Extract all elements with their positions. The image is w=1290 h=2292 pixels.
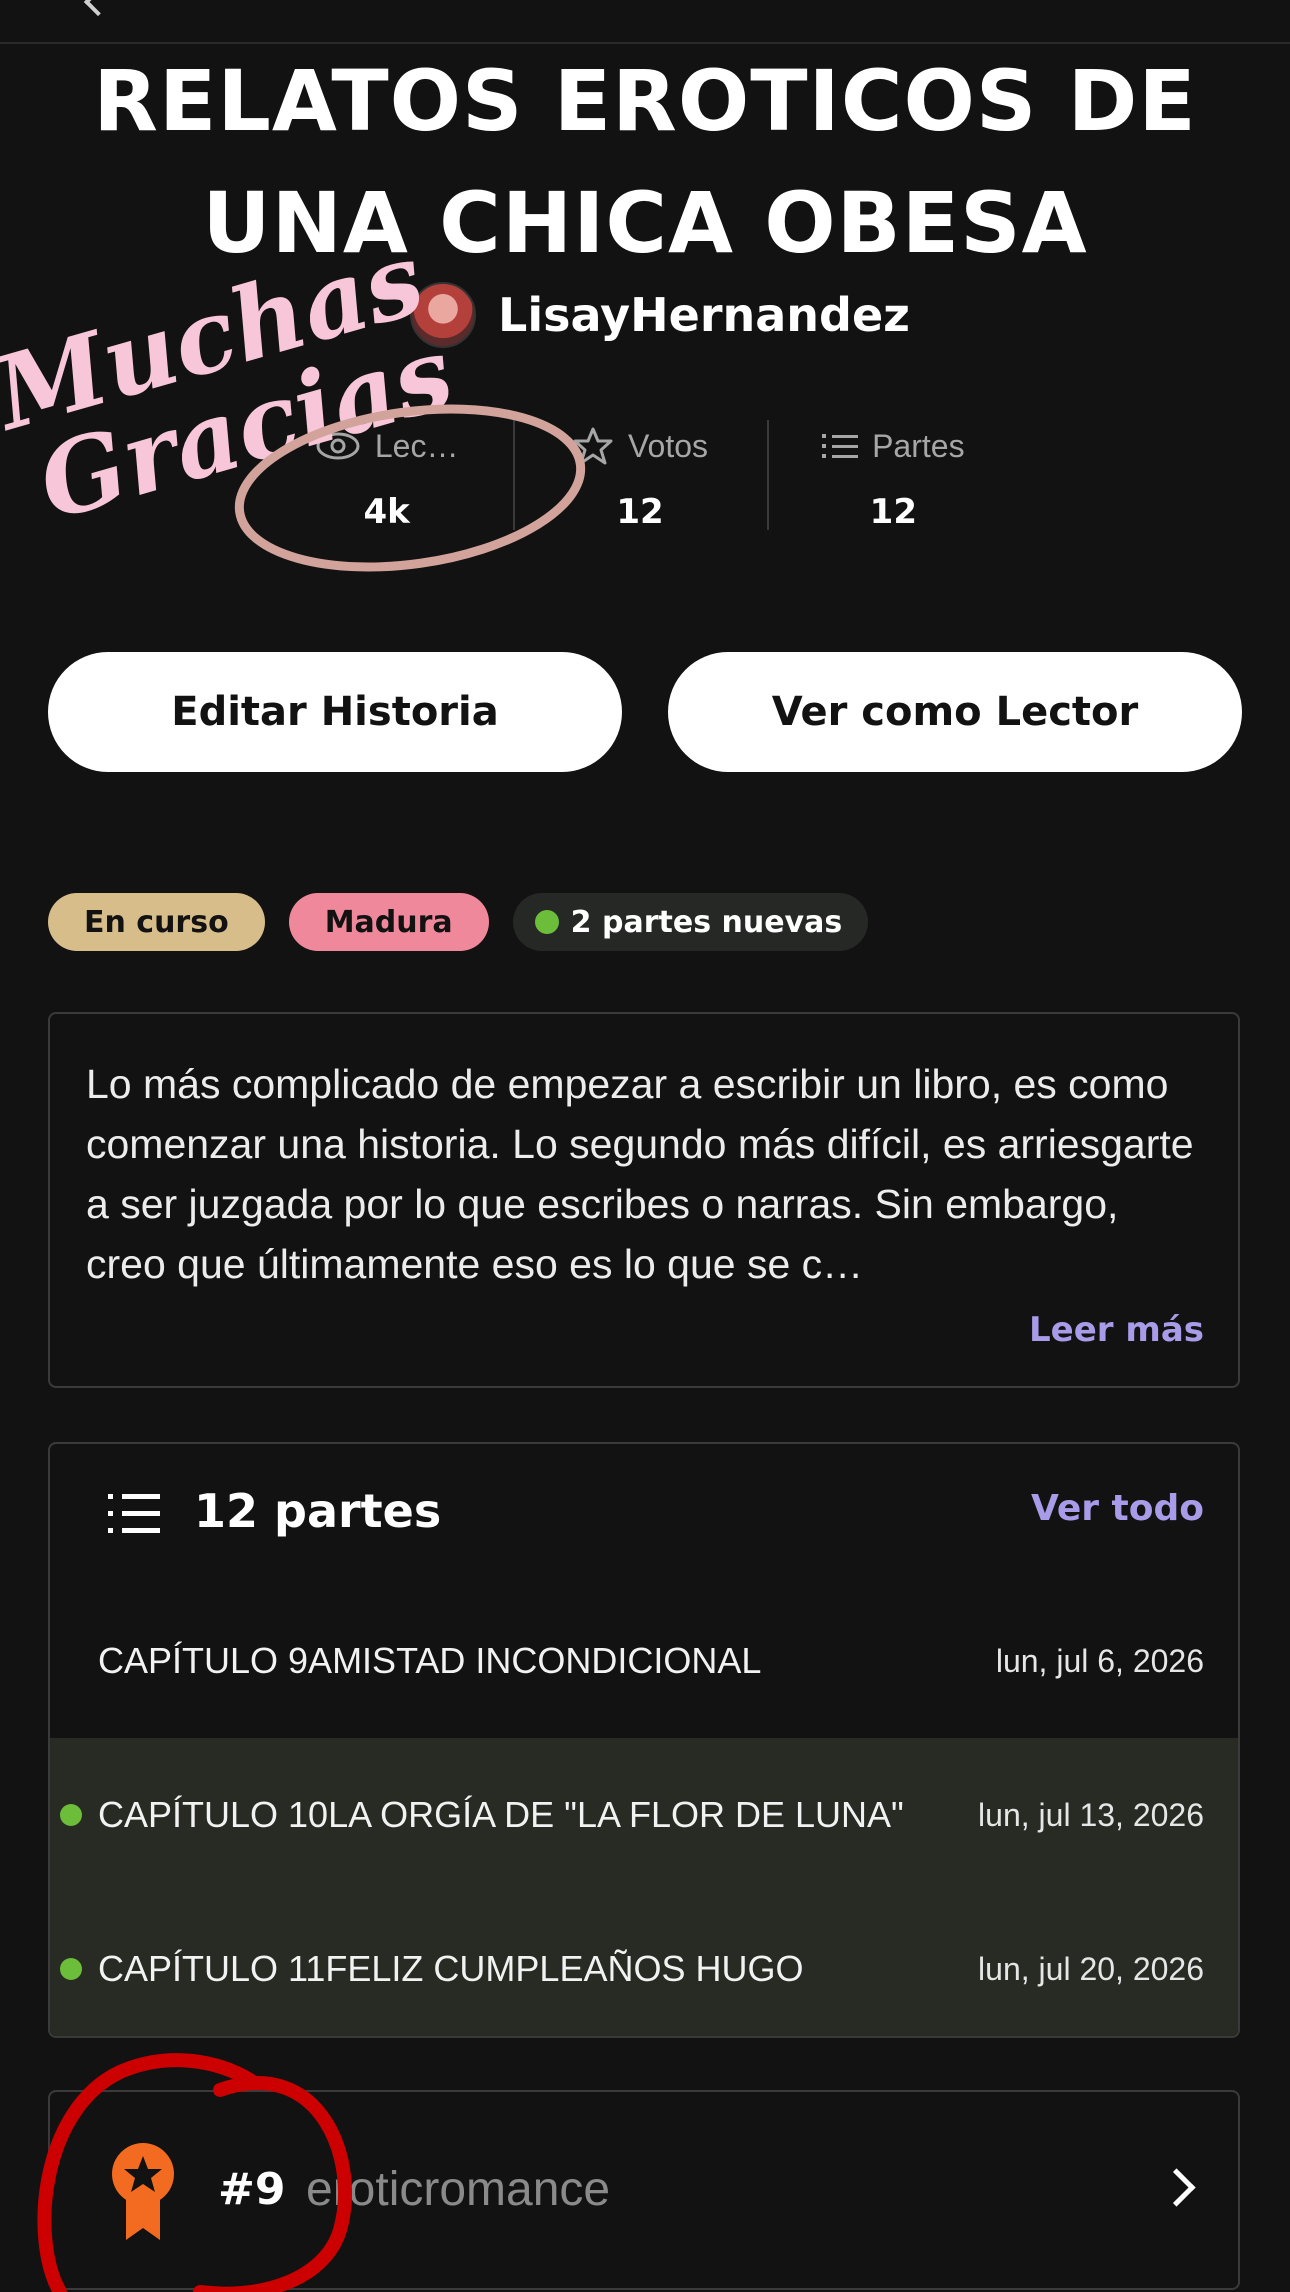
list-icon [822,434,859,458]
part-date: lun, jul 13, 2026 [978,1796,1204,1833]
ranking-card[interactable]: #9 eroticromance [48,2090,1240,2290]
new-dot-icon [534,910,559,934]
part-row[interactable]: CAPÍTULO 9AMISTAD INCONDICIONAL lun, jul… [50,1584,1238,1738]
part-row[interactable]: CAPÍTULO 11FELIZ CUMPLEAÑOS HUGO lun, ju… [50,1892,1238,2036]
star-icon [573,427,613,465]
story-tags: En curso Madura 2 partes nuevas [48,893,869,951]
story-title: RELATOS EROTICOS DE UNA CHICA OBESA [93,52,1197,272]
part-date: lun, jul 20, 2026 [978,1950,1204,1987]
rank-number: #9 [218,2164,286,2215]
parts-card: 12 partes Ver todo CAPÍTULO 9AMISTAD INC… [48,1442,1240,2038]
see-all-link[interactable]: Ver todo [1031,1488,1204,1529]
stat-votes: Votos 12 [513,420,766,540]
new-dot-icon [60,1958,82,1980]
status-badge: En curso [48,893,265,951]
top-bar [0,0,1290,44]
part-date: lun, jul 6, 2026 [995,1642,1204,1679]
author-name[interactable]: LisayHernandez [498,288,910,342]
eye-icon [316,432,360,460]
chevron-right-icon[interactable] [1157,2168,1196,2207]
stat-label: Partes [872,427,965,464]
part-title: CAPÍTULO 9AMISTAD INCONDICIONAL [98,1640,762,1681]
new-parts-badge: 2 partes nuevas [512,893,869,951]
rating-badge: Madura [288,893,489,951]
stat-value: 4k [363,492,410,532]
avatar[interactable] [410,282,477,348]
new-dot-icon [60,1804,82,1826]
part-row[interactable]: CAPÍTULO 10LA ORGÍA DE "LA FLOR DE LUNA"… [50,1738,1238,1892]
view-as-reader-button[interactable]: Ver como Lector [668,652,1242,772]
parts-header: 12 partes Ver todo [50,1444,1238,1584]
stat-label: Votos [627,427,709,464]
story-stats: Lec… 4k Votos 12 Partes 12 [260,420,1020,540]
part-title: CAPÍTULO 10LA ORGÍA DE "LA FLOR DE LUNA" [98,1794,904,1835]
ribbon-badge-icon [112,2143,174,2240]
part-title: CAPÍTULO 11FELIZ CUMPLEAÑOS HUGO [98,1948,804,1989]
stat-label: Lec… [374,427,459,464]
stat-value: 12 [616,492,664,532]
stat-parts: Partes 12 [766,420,1020,540]
edit-story-button[interactable]: Editar Historia [48,652,622,772]
parts-title: 12 partes [194,1484,442,1538]
author-row[interactable]: LisayHernandez [0,282,1290,348]
read-more-link[interactable]: Leer más [1029,1310,1204,1350]
rank-tag: eroticromance [306,2163,611,2216]
stat-value: 12 [869,492,917,532]
new-parts-label: 2 partes nuevas [570,904,843,940]
description-text: Lo más complicado de empezar a escribir … [86,1061,1194,1287]
description-card: Lo más complicado de empezar a escribir … [48,1012,1240,1388]
stat-reads: Lec… 4k [260,420,513,540]
back-arrow-icon[interactable] [83,0,113,17]
list-icon [108,1492,160,1536]
